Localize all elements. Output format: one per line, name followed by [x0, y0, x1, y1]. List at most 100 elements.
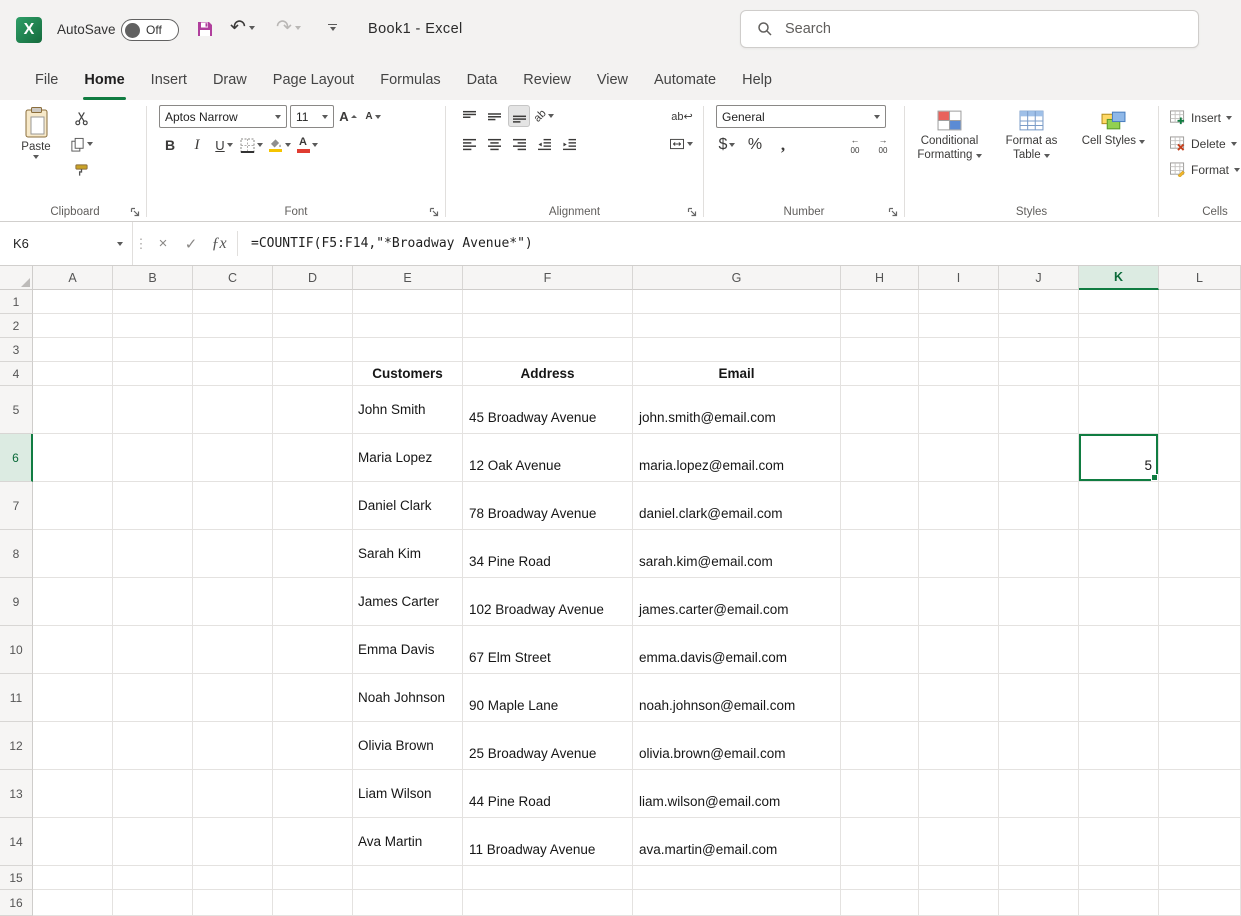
cell-C4[interactable]	[193, 362, 273, 386]
cell-C6[interactable]	[193, 434, 273, 482]
redo-button[interactable]: ↷	[276, 16, 301, 39]
cell-H8[interactable]	[841, 530, 919, 578]
cell-D16[interactable]	[273, 890, 353, 916]
cell-I3[interactable]	[919, 338, 999, 362]
cell-L14[interactable]	[1159, 818, 1241, 866]
decrease-font-size-button[interactable]: A	[362, 106, 384, 128]
cell-E9[interactable]: James Carter	[353, 578, 463, 626]
cell-L15[interactable]	[1159, 866, 1241, 890]
row-header-1[interactable]: 1	[0, 290, 33, 314]
cut-button[interactable]	[70, 107, 93, 129]
align-right-button[interactable]	[508, 133, 530, 155]
cell-C7[interactable]	[193, 482, 273, 530]
cell-F13[interactable]: 44 Pine Road	[463, 770, 633, 818]
cell-A8[interactable]	[33, 530, 113, 578]
cell-J13[interactable]	[999, 770, 1079, 818]
cell-F3[interactable]	[463, 338, 633, 362]
cell-L11[interactable]	[1159, 674, 1241, 722]
cell-J3[interactable]	[999, 338, 1079, 362]
tab-view[interactable]: View	[584, 60, 641, 100]
cell-C9[interactable]	[193, 578, 273, 626]
cell-E3[interactable]	[353, 338, 463, 362]
cell-B14[interactable]	[113, 818, 193, 866]
cell-A7[interactable]	[33, 482, 113, 530]
cell-D1[interactable]	[273, 290, 353, 314]
cell-G1[interactable]	[633, 290, 841, 314]
row-header-15[interactable]: 15	[0, 866, 33, 890]
cell-D2[interactable]	[273, 314, 353, 338]
cell-C14[interactable]	[193, 818, 273, 866]
cell-L13[interactable]	[1159, 770, 1241, 818]
font-size-select[interactable]: 11	[290, 105, 334, 128]
cell-I11[interactable]	[919, 674, 999, 722]
orientation-button[interactable]: ab	[533, 105, 555, 127]
cell-K15[interactable]	[1079, 866, 1159, 890]
col-header-L[interactable]: L	[1159, 266, 1241, 290]
cell-A15[interactable]	[33, 866, 113, 890]
tab-home[interactable]: Home	[71, 60, 137, 100]
cell-J1[interactable]	[999, 290, 1079, 314]
cell-J16[interactable]	[999, 890, 1079, 916]
cell-K11[interactable]	[1079, 674, 1159, 722]
select-all-corner[interactable]	[0, 266, 33, 290]
cell-C13[interactable]	[193, 770, 273, 818]
cell-E8[interactable]: Sarah Kim	[353, 530, 463, 578]
tab-help[interactable]: Help	[729, 60, 785, 100]
merge-center-button[interactable]	[669, 133, 693, 155]
tab-draw[interactable]: Draw	[200, 60, 260, 100]
cell-C2[interactable]	[193, 314, 273, 338]
align-center-button[interactable]	[483, 133, 505, 155]
name-box[interactable]: K6	[0, 222, 133, 265]
cell-A10[interactable]	[33, 626, 113, 674]
percent-style-button[interactable]: %	[744, 134, 766, 156]
col-header-J[interactable]: J	[999, 266, 1079, 290]
cell-F4[interactable]: Address	[463, 362, 633, 386]
increase-indent-button[interactable]	[558, 133, 580, 155]
orientation-chevron-icon[interactable]	[548, 114, 554, 118]
cell-I6[interactable]	[919, 434, 999, 482]
cell-L12[interactable]	[1159, 722, 1241, 770]
cell-F9[interactable]: 102 Broadway Avenue	[463, 578, 633, 626]
tab-data[interactable]: Data	[454, 60, 511, 100]
cell-E4[interactable]: Customers	[353, 362, 463, 386]
cell-I13[interactable]	[919, 770, 999, 818]
cell-K12[interactable]	[1079, 722, 1159, 770]
tab-formulas[interactable]: Formulas	[367, 60, 453, 100]
bottom-align-button[interactable]	[508, 105, 530, 127]
cell-L5[interactable]	[1159, 386, 1241, 434]
cell-G2[interactable]	[633, 314, 841, 338]
col-header-G[interactable]: G	[633, 266, 841, 290]
borders-button[interactable]	[240, 134, 263, 156]
cell-G5[interactable]: john.smith@email.com	[633, 386, 841, 434]
row-header-10[interactable]: 10	[0, 626, 33, 674]
cell-H13[interactable]	[841, 770, 919, 818]
cell-G11[interactable]: noah.johnson@email.com	[633, 674, 841, 722]
decrease-indent-button[interactable]	[533, 133, 555, 155]
tab-review[interactable]: Review	[510, 60, 584, 100]
cell-G15[interactable]	[633, 866, 841, 890]
cell-C1[interactable]	[193, 290, 273, 314]
fill-color-chevron-icon[interactable]	[285, 143, 291, 147]
row-header-13[interactable]: 13	[0, 770, 33, 818]
cell-J6[interactable]	[999, 434, 1079, 482]
cell-E7[interactable]: Daniel Clark	[353, 482, 463, 530]
cell-H2[interactable]	[841, 314, 919, 338]
cell-H5[interactable]	[841, 386, 919, 434]
cell-D11[interactable]	[273, 674, 353, 722]
cell-E11[interactable]: Noah Johnson	[353, 674, 463, 722]
autosave-toggle[interactable]: Off	[121, 19, 179, 41]
cell-A4[interactable]	[33, 362, 113, 386]
bold-button[interactable]: B	[159, 134, 181, 156]
cell-B11[interactable]	[113, 674, 193, 722]
cell-B5[interactable]	[113, 386, 193, 434]
cell-I8[interactable]	[919, 530, 999, 578]
col-header-C[interactable]: C	[193, 266, 273, 290]
cell-E1[interactable]	[353, 290, 463, 314]
cell-K10[interactable]	[1079, 626, 1159, 674]
col-header-H[interactable]: H	[841, 266, 919, 290]
row-header-9[interactable]: 9	[0, 578, 33, 626]
cell-G9[interactable]: james.carter@email.com	[633, 578, 841, 626]
cell-D6[interactable]	[273, 434, 353, 482]
cell-G3[interactable]	[633, 338, 841, 362]
cell-H3[interactable]	[841, 338, 919, 362]
